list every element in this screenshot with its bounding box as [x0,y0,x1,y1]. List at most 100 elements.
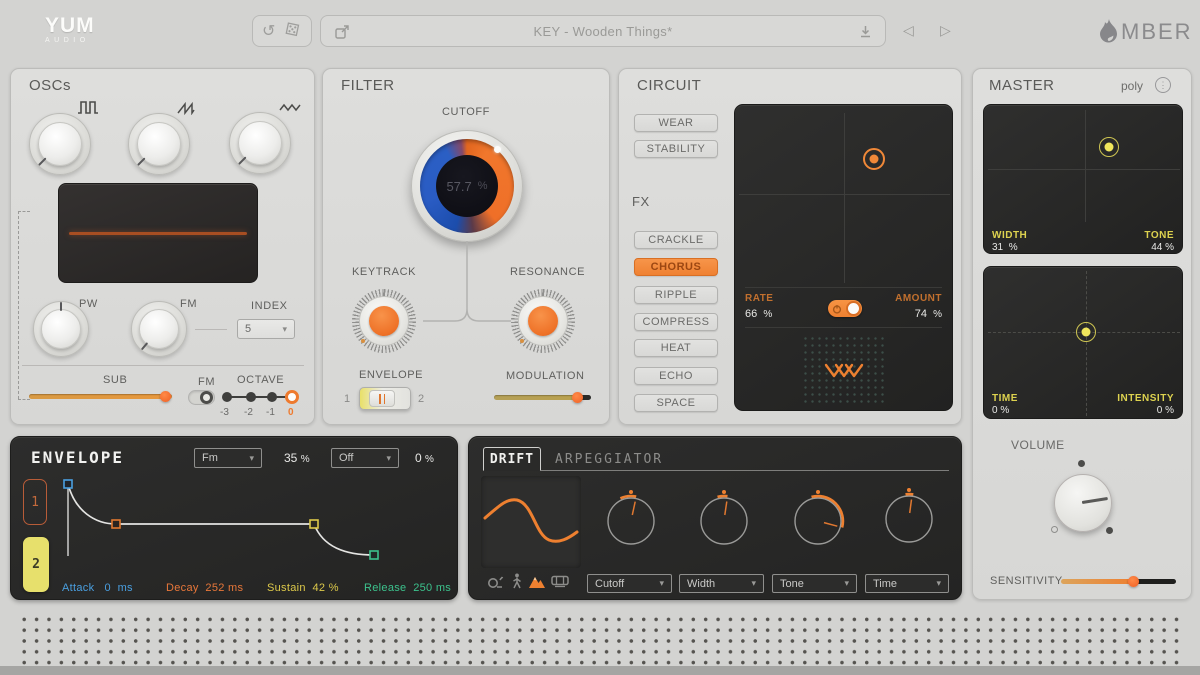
drift-knob-4[interactable] [881,491,937,547]
osc3-level-knob[interactable] [229,112,291,174]
drift-knob-2[interactable] [696,493,752,549]
octave-dot-m2[interactable] [246,392,256,402]
sensitivity-label: SENSITIVITY [990,575,1063,587]
octave-option-active[interactable]: 0 [288,407,294,418]
drift-knob-3[interactable] [790,493,846,549]
fx-button-heat[interactable]: HEAT [634,339,718,357]
voice-mode[interactable]: poly [1121,79,1143,93]
bottom-edge [0,666,1200,675]
osc1-level-knob[interactable] [29,113,91,175]
cutoff-indicator-dot [494,146,501,153]
oscs-panel: OSCs PW FM INDEX 5 [10,68,315,425]
volume-tick-left [1051,526,1058,533]
fx-button-chorus[interactable]: CHORUS [634,258,718,276]
index-select[interactable]: 5 [237,319,295,339]
time-intensity-handle[interactable] [1076,322,1096,342]
fx-button-compress[interactable]: COMPRESS [634,313,718,331]
octave-option[interactable]: -3 [220,407,229,418]
fx-button-echo[interactable]: ECHO [634,367,718,385]
drift-target-select-4[interactable]: Time [865,574,949,593]
fx-xy-pad[interactable]: RATE 66 % AMOUNT 74 % [734,104,953,411]
cutoff-knob[interactable]: 57.7 % [411,130,523,242]
drift-target-select-3[interactable]: Tone [772,574,857,593]
fx-button-crackle[interactable]: CRACKLE [634,231,718,249]
filter-envelope-label: ENVELOPE [359,369,423,381]
decay-legend: Decay 252 ms [166,582,243,594]
env-option-2[interactable]: 2 [418,393,424,405]
width-value: 31 % [992,242,1018,253]
drift-wave-curve [481,476,581,568]
drift-target-select-2[interactable]: Width [679,574,764,593]
keytrack-knob[interactable] [352,289,416,353]
preset-name[interactable]: KEY - Wooden Things* [321,24,885,39]
preset-bar[interactable]: KEY - Wooden Things* [320,15,886,47]
fm-toggle[interactable] [188,390,215,405]
modulation-slider-handle[interactable] [572,392,583,403]
drift-panel: DRIFT ARPEGGIATOR [468,436,962,600]
octave-option[interactable]: -2 [244,407,253,418]
width-tone-handle[interactable] [1099,137,1119,157]
fx-power-toggle[interactable] [828,300,862,317]
circuit-panel: CIRCUIT WEAR STABILITY FX CRACKLE CHORUS… [618,68,962,425]
sub-slider[interactable] [29,394,172,399]
mountain-icon[interactable] [528,574,546,589]
chorus-wave-icon [824,359,866,381]
fx-pad-handle[interactable] [863,148,885,170]
env-dest2-amount[interactable]: 0 % [415,451,434,465]
amount-label: AMOUNT [895,293,942,304]
envelope-panel: ENVELOPE Fm 35 % Off 0 % 1 2 Attack 0 ms… [10,436,458,600]
attack-legend: Attack 0 ms [62,582,133,594]
fx-button-ripple[interactable]: RIPPLE [634,286,718,304]
train-icon[interactable] [551,575,569,588]
tab-drift[interactable]: DRIFT [483,447,541,471]
osc2-level-knob[interactable] [128,113,190,175]
octave-dot-m1[interactable] [267,392,277,402]
waveform-trace [69,232,247,235]
octave-dot-0[interactable] [285,390,299,404]
resonance-knob[interactable] [511,289,575,353]
release-handle [370,551,378,559]
width-tone-pad[interactable]: WIDTH 31 % TONE 44 % [983,104,1183,254]
intensity-value: 0 % [1157,405,1174,416]
envelope-select-switch[interactable] [359,387,411,410]
wear-button[interactable]: WEAR [634,114,718,132]
modulation-slider[interactable] [494,395,579,400]
sub-slider-handle[interactable] [160,391,171,402]
adsr-curve[interactable] [51,477,451,562]
octave-dot-m3[interactable] [222,392,232,402]
sustain-legend: Sustain 42 % [267,582,339,594]
sensitivity-slider[interactable] [1061,579,1135,584]
walker-icon[interactable] [511,573,523,590]
env-dest2-select[interactable]: Off [331,448,399,468]
volume-knob[interactable] [1054,474,1112,532]
envelope-tab-2[interactable]: 2 [23,537,49,592]
env-dest1-select[interactable]: Fm [194,448,262,468]
info-icon[interactable]: ⋮ [1155,77,1171,93]
env-dest1-amount[interactable]: 35 % [284,451,310,465]
snail-icon[interactable] [487,575,504,589]
octave-option[interactable]: -1 [266,407,275,418]
randomize-group: ↺ ⚄ [252,15,312,47]
prev-preset-button[interactable]: ◁ [903,22,914,39]
stability-button[interactable]: STABILITY [634,140,718,158]
flame-icon [1096,18,1121,45]
drift-target-select-1[interactable]: Cutoff [587,574,672,593]
save-download-icon[interactable] [858,24,873,39]
tab-arpeggiator[interactable]: ARPEGGIATOR [555,452,663,467]
time-label: TIME [992,393,1018,404]
dice-icon[interactable]: ⚄ [283,22,300,41]
osc-waveform-display[interactable] [58,183,258,283]
sensitivity-handle[interactable] [1128,576,1139,587]
time-intensity-pad[interactable]: TIME 0 % INTENSITY 0 % [983,266,1183,419]
pw-knob[interactable] [33,301,89,357]
fx-button-space[interactable]: SPACE [634,394,718,412]
env-option-1[interactable]: 1 [344,393,350,405]
drift-knob-1[interactable] [603,493,659,549]
decay-handle [112,520,120,528]
fm-knob[interactable] [131,301,187,357]
envelope-tab-1[interactable]: 1 [23,479,47,525]
rate-label: RATE [745,293,773,304]
envelope-title: ENVELOPE [31,448,124,467]
next-preset-button[interactable]: ▷ [940,22,951,39]
undo-icon[interactable]: ↺ [262,24,275,40]
